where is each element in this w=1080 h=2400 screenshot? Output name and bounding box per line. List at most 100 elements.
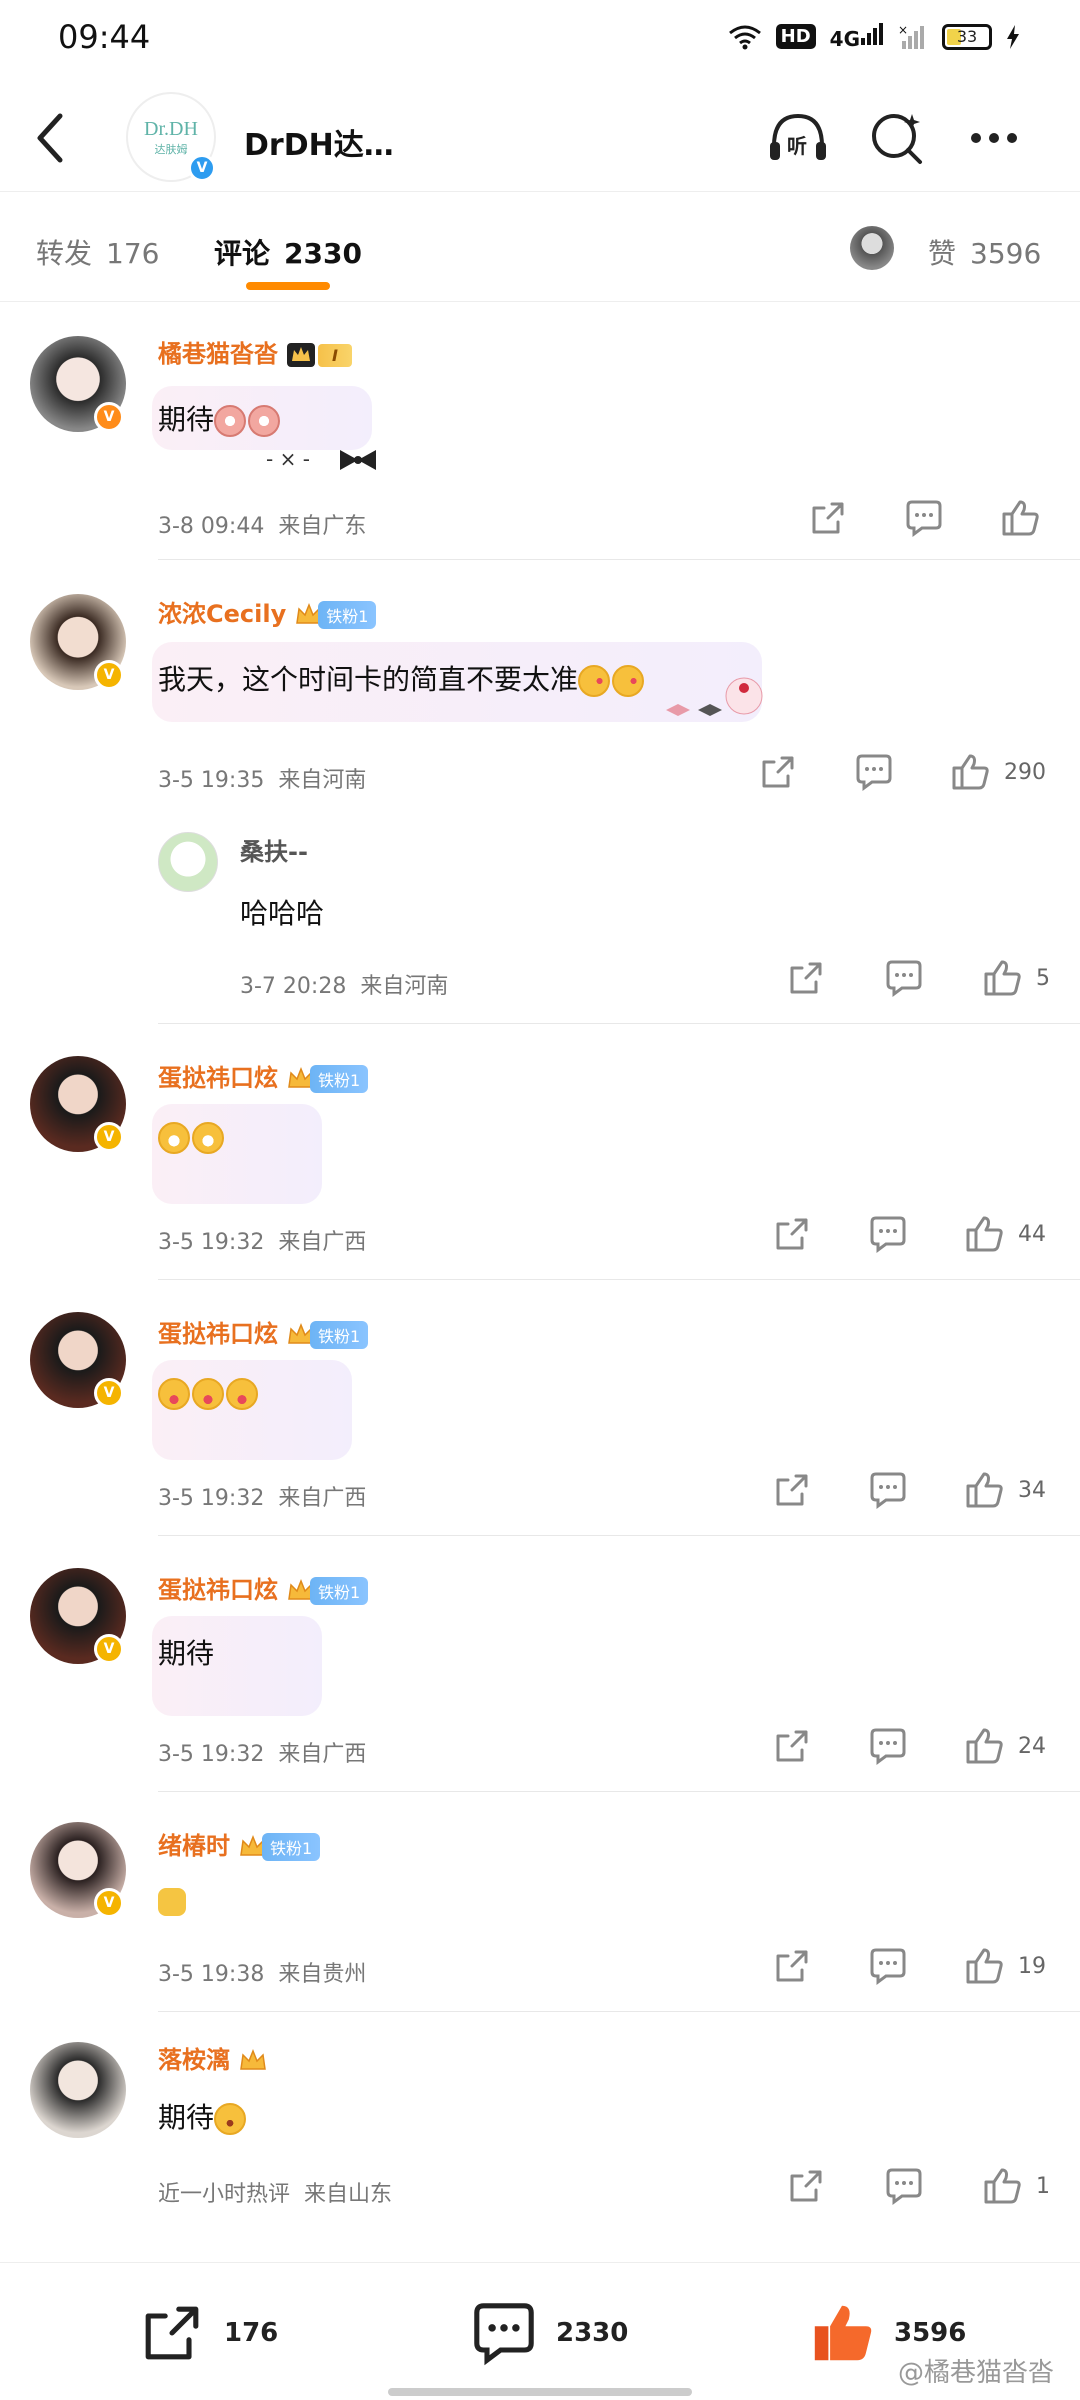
share-icon[interactable] xyxy=(786,958,826,998)
bottom-repost-button[interactable]: 176 xyxy=(138,2299,278,2367)
comment-item: V 橘巷猫沓沓 I 期待 - × - 3-8 09:44 来自广东 xyxy=(0,302,1080,560)
bottom-comment-button[interactable]: 2330 xyxy=(470,2299,628,2367)
emoji-flower-icon xyxy=(214,405,247,437)
emoji-grin-icon xyxy=(158,1122,190,1154)
like-count: 290 xyxy=(1004,760,1046,785)
verified-badge-icon: V xyxy=(188,154,216,182)
comment-text: 期待 xyxy=(158,2096,248,2136)
back-icon[interactable] xyxy=(30,110,70,166)
share-icon[interactable] xyxy=(758,752,798,792)
tabs: 转发 176 评论 2330 赞 3596 xyxy=(0,192,1080,302)
rank-badge: I xyxy=(318,343,352,367)
comment-username[interactable]: 橘巷猫沓沓 I xyxy=(158,334,352,369)
comment-text xyxy=(158,1884,188,1917)
like-filled-icon xyxy=(814,2305,872,2361)
more-icon[interactable] xyxy=(962,106,1026,170)
like-icon[interactable] xyxy=(964,1214,1004,1254)
share-icon[interactable] xyxy=(786,2166,826,2206)
reply-icon[interactable] xyxy=(868,1946,908,1986)
battery-icon: 33 xyxy=(942,23,992,50)
emoji-kiss-icon xyxy=(578,665,611,697)
search-icon[interactable] xyxy=(864,106,928,170)
comment-username[interactable]: 落桉漓 xyxy=(158,2040,268,2075)
verified-badge-icon: V xyxy=(94,1122,124,1152)
verified-badge-icon: V xyxy=(94,402,124,432)
tab-likes[interactable]: 赞 3596 xyxy=(928,232,1041,272)
like-icon[interactable] xyxy=(950,752,990,792)
reply-icon[interactable] xyxy=(868,1470,908,1510)
share-icon[interactable] xyxy=(772,1214,812,1254)
like-icon[interactable] xyxy=(982,2166,1022,2206)
share-icon[interactable] xyxy=(772,1470,812,1510)
fan-badge: 铁粉1 xyxy=(318,601,377,629)
like-icon[interactable] xyxy=(1000,498,1040,538)
fan-badge: 铁粉1 xyxy=(310,1577,369,1605)
verified-badge-icon: V xyxy=(94,1378,124,1408)
home-indicator[interactable] xyxy=(388,2388,692,2396)
signal-icon: 4G xyxy=(830,22,884,51)
fan-badge: 铁粉1 xyxy=(262,1833,321,1861)
svg-text:- × -: - × - xyxy=(266,447,310,471)
crown-icon xyxy=(287,343,315,367)
reply-avatar[interactable] xyxy=(158,832,218,892)
comment-meta: 3-5 19:32 来自广西 xyxy=(158,1742,367,1767)
logo-text: Dr.DH xyxy=(144,117,198,140)
like-icon[interactable] xyxy=(964,1946,1004,1986)
comment-item: V 浓浓Cecily 铁粉1 我天，这个时间卡的简直不要太准 3-5 19:35 来… xyxy=(0,560,1080,1024)
comment-username[interactable]: 浓浓Cecily 铁粉1 xyxy=(158,594,377,629)
verified-badge-icon: V xyxy=(94,1888,124,1918)
comment-text xyxy=(158,1376,260,1410)
comment-username[interactable]: 蛋挞祎口炫 铁粉1 xyxy=(158,1058,369,1093)
reply-icon[interactable] xyxy=(868,1726,908,1766)
liker-avatar[interactable] xyxy=(850,226,894,270)
like-icon[interactable] xyxy=(964,1726,1004,1766)
comment-meta: 3-5 19:32 来自广西 xyxy=(158,1486,367,1511)
reply-icon[interactable] xyxy=(854,752,894,792)
listen-icon[interactable]: 听 xyxy=(766,106,830,170)
comment-meta: 3-5 19:32 来自广西 xyxy=(158,1230,367,1255)
emoji-wow-icon xyxy=(214,2103,247,2135)
like-icon[interactable] xyxy=(964,1470,1004,1510)
account-name[interactable]: DrDH达… xyxy=(244,120,394,164)
comment-username[interactable]: 绪椿时 铁粉1 xyxy=(158,1826,321,1861)
reply-icon[interactable] xyxy=(884,958,924,998)
tab-comments[interactable]: 评论 2330 xyxy=(214,232,362,272)
like-icon[interactable] xyxy=(982,958,1022,998)
crown-icon xyxy=(240,2048,266,2070)
comment-icon xyxy=(474,2303,534,2366)
comment-item: 落桉漓 期待 近一小时热评 来自山东 1 xyxy=(0,2012,1080,2262)
comment-item: V 蛋挞祎口炫 铁粉1 3-5 19:32 来自广西 44 xyxy=(0,1024,1080,1280)
comment-username[interactable]: 蛋挞祎口炫 铁粉1 xyxy=(158,1570,369,1605)
tab-repost[interactable]: 转发 176 xyxy=(36,232,159,272)
comment-username[interactable]: 蛋挞祎口炫 铁粉1 xyxy=(158,1314,369,1349)
like-count: 24 xyxy=(1018,1734,1046,1759)
share-icon[interactable] xyxy=(772,1726,812,1766)
comment-meta: 3-5 19:35 来自河南 xyxy=(158,768,367,793)
reply-username[interactable]: 桑扶-- xyxy=(240,832,308,867)
fan-badge: 铁粉1 xyxy=(310,1321,369,1349)
share-icon[interactable] xyxy=(772,1946,812,1986)
bow-decoration-icon: - × - xyxy=(266,447,376,471)
status-bar: 09:44 HD 4G × 33 xyxy=(0,0,1080,80)
avatar[interactable] xyxy=(30,2042,126,2138)
status-icons: HD 4G × 33 xyxy=(728,22,1020,51)
comment-meta: 3-5 19:38 来自贵州 xyxy=(158,1962,367,1987)
like-count: 34 xyxy=(1018,1478,1046,1503)
comment-text: 期待 xyxy=(158,398,282,438)
share-icon xyxy=(145,2306,199,2360)
reply-icon[interactable] xyxy=(904,498,944,538)
comment-item: V 蛋挞祎口炫 铁粉1 期待 3-5 19:32 来自广西 24 xyxy=(0,1536,1080,1792)
like-count: 44 xyxy=(1018,1222,1046,1247)
emoji-tongue-icon xyxy=(158,1378,190,1410)
verified-badge-icon: V xyxy=(94,660,124,690)
bottom-comment-count: 2330 xyxy=(556,2318,629,2348)
reply-icon[interactable] xyxy=(868,1214,908,1254)
svg-text:听: 听 xyxy=(787,134,807,158)
verified-badge-icon: V xyxy=(94,1634,124,1664)
comment-item: V 蛋挞祎口炫 铁粉1 3-5 19:32 来自广西 34 xyxy=(0,1280,1080,1536)
emoji-flower-icon xyxy=(248,405,281,437)
reply-icon[interactable] xyxy=(884,2166,924,2206)
share-icon[interactable] xyxy=(808,498,848,538)
signal-2-icon: × xyxy=(898,24,924,49)
comment-text: 期待 xyxy=(158,1637,215,1670)
